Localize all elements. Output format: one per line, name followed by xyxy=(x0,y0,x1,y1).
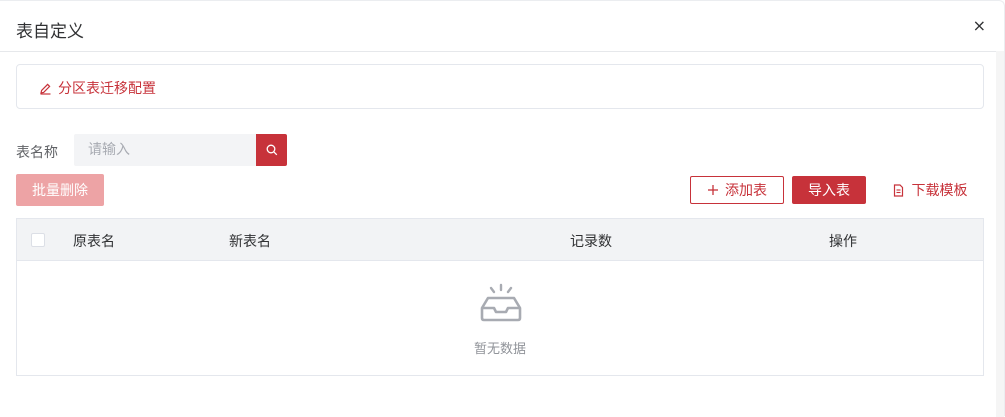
empty-text: 暂无数据 xyxy=(473,342,526,357)
select-all-checkbox[interactable] xyxy=(31,233,45,247)
search-button[interactable] xyxy=(256,134,287,166)
column-original-name: 原表名 xyxy=(73,234,115,250)
dialog-header: 表自定义 × xyxy=(0,1,1004,52)
search-icon xyxy=(266,144,277,156)
scrollbar-track[interactable] xyxy=(996,51,1004,417)
dialog: 表自定义 × 分区表迁移配置 表名称 批量删除 添加表 导入表 xyxy=(0,0,1005,417)
table-name-input[interactable] xyxy=(74,134,256,166)
plus-icon xyxy=(708,185,718,195)
import-table-label: 导入表 xyxy=(808,183,850,199)
empty-state: 暂无数据 xyxy=(17,260,983,375)
download-template-button[interactable]: 下载模板 xyxy=(880,176,980,204)
partition-panel: 分区表迁移配置 xyxy=(16,64,984,109)
batch-delete-label: 批量删除 xyxy=(32,183,88,199)
download-template-label: 下载模板 xyxy=(911,183,968,199)
add-table-label: 添加表 xyxy=(725,183,767,199)
table-header: 原表名 新表名 记录数 操作 xyxy=(17,219,983,261)
close-icon[interactable]: × xyxy=(973,16,986,35)
partition-config-link[interactable]: 分区表迁移配置 xyxy=(39,78,156,98)
edit-icon xyxy=(40,83,51,95)
batch-delete-button[interactable]: 批量删除 xyxy=(16,174,104,206)
column-new-name: 新表名 xyxy=(229,234,271,250)
import-table-button[interactable]: 导入表 xyxy=(792,176,866,204)
dialog-title: 表自定义 xyxy=(16,22,84,42)
column-record-count: 记录数 xyxy=(570,234,612,250)
empty-box-icon xyxy=(480,283,522,322)
column-actions: 操作 xyxy=(829,234,857,250)
partition-config-label: 分区表迁移配置 xyxy=(58,81,156,97)
tables-table: 原表名 新表名 记录数 操作 暂无数据 xyxy=(16,218,984,376)
add-table-button[interactable]: 添加表 xyxy=(690,176,784,204)
document-icon xyxy=(893,183,903,197)
table-name-label: 表名称 xyxy=(16,145,58,161)
